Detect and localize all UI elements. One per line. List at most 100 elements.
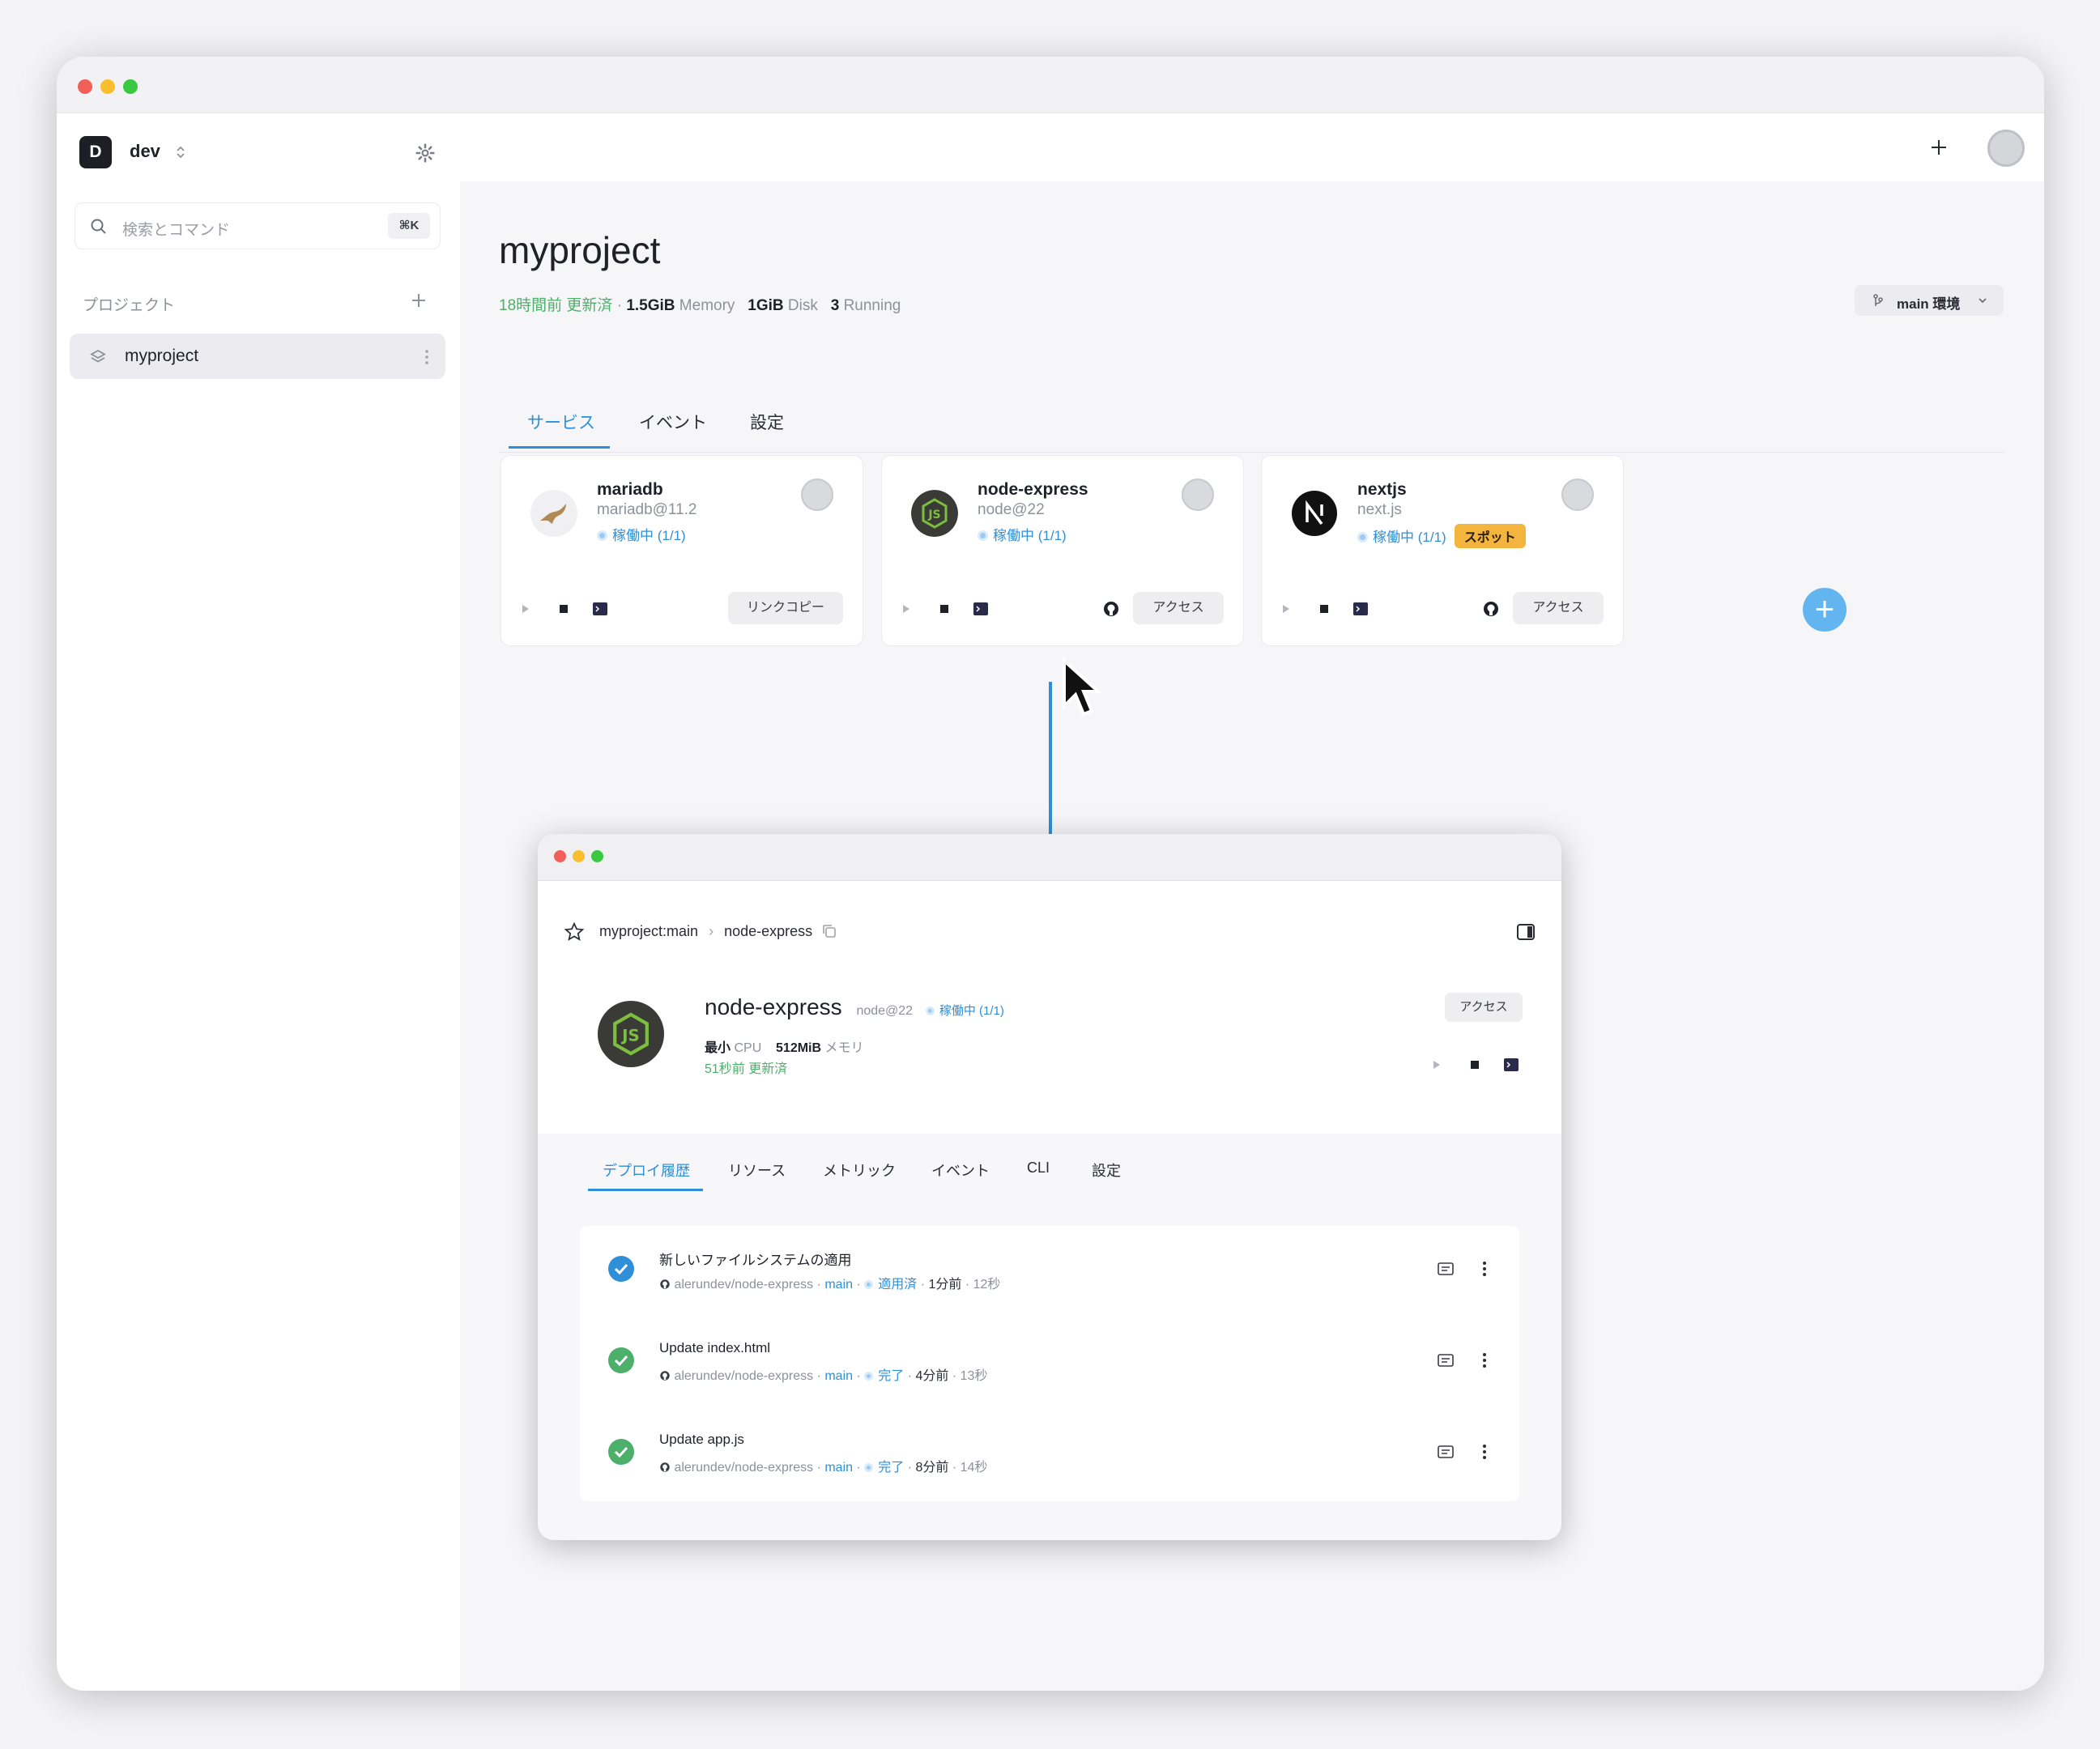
gear-icon[interactable] <box>415 143 436 164</box>
status-text: 稼働中 <box>993 528 1034 543</box>
github-icon <box>660 1279 670 1289</box>
running-value: 3 <box>830 297 840 314</box>
stop-icon[interactable] <box>1318 603 1330 615</box>
zoom-window-button[interactable] <box>591 850 603 862</box>
shortcut-badge: ⌘K <box>388 213 430 239</box>
deploy-time: 1分前 <box>928 1278 962 1292</box>
tab-metrics[interactable]: メトリック <box>823 1160 896 1181</box>
terminal-icon[interactable] <box>1503 1057 1519 1072</box>
deploy-state: 適用済 <box>878 1278 918 1292</box>
user-avatar[interactable] <box>1987 130 2025 167</box>
deploy-row[interactable]: Update app.js alerundev/node-express · m… <box>580 1409 1519 1500</box>
stop-icon[interactable] <box>558 603 569 615</box>
add-service-button[interactable]: + <box>1803 588 1847 632</box>
environment-select[interactable]: main 環境 <box>1855 285 2004 316</box>
top-bar <box>460 113 2044 181</box>
status-dot-icon <box>864 1463 874 1472</box>
tab-cli[interactable]: CLI <box>1027 1160 1050 1177</box>
play-icon[interactable] <box>1432 1059 1442 1070</box>
deploy-branch[interactable]: main <box>824 1461 853 1475</box>
stop-icon[interactable] <box>939 603 950 615</box>
breadcrumb-service[interactable]: node-express <box>724 923 812 939</box>
sidebar-toggle-icon[interactable] <box>1516 923 1536 941</box>
zoom-window-button[interactable] <box>123 79 138 94</box>
tab-events[interactable]: イベント <box>931 1160 990 1181</box>
more-vertical-icon[interactable] <box>1482 1260 1487 1278</box>
tab-events[interactable]: イベント <box>639 410 707 434</box>
tab-deploy-history[interactable]: デプロイ履歴 <box>603 1160 690 1181</box>
deploy-branch[interactable]: main <box>824 1369 853 1383</box>
tab-services[interactable]: サービス <box>527 410 595 434</box>
more-vertical-icon[interactable] <box>1482 1351 1487 1369</box>
deploy-branch[interactable]: main <box>824 1278 853 1292</box>
deploy-repo[interactable]: alerundev/node-express <box>674 1461 813 1475</box>
service-name: nextjs <box>1357 480 1407 499</box>
detail-title-bar <box>538 834 1561 881</box>
logs-icon[interactable] <box>1437 1262 1455 1276</box>
deploy-duration: 13秒 <box>960 1369 988 1383</box>
star-icon[interactable] <box>564 921 585 943</box>
deploy-row[interactable]: 新しいファイルシステムの適用 alerundev/node-express · … <box>580 1226 1519 1317</box>
service-card-nextjs[interactable]: nextjs next.js 稼働中 (1/1) スポット アクセス <box>1261 455 1624 646</box>
owner-avatar <box>1182 479 1214 511</box>
add-project-icon[interactable] <box>410 292 428 309</box>
github-icon[interactable] <box>1482 600 1500 618</box>
status-count: (1/1) <box>1417 530 1446 545</box>
breadcrumb-project[interactable]: myproject:main <box>599 923 698 939</box>
stop-icon[interactable] <box>1469 1059 1480 1070</box>
access-button[interactable]: アクセス <box>1445 993 1523 1022</box>
deploy-meta: alerundev/node-express · main · 適用済 · 1分… <box>659 1273 1000 1292</box>
check-circle-icon <box>608 1256 634 1282</box>
play-icon[interactable] <box>1281 603 1291 615</box>
status-count: (1/1) <box>657 528 686 543</box>
terminal-icon[interactable] <box>1352 602 1369 616</box>
close-window-button[interactable] <box>554 850 566 862</box>
close-window-button[interactable] <box>78 79 92 94</box>
workspace-name[interactable]: dev <box>130 141 160 162</box>
logs-icon[interactable] <box>1437 1353 1455 1368</box>
mariadb-logo-icon <box>530 490 577 537</box>
sidebar-item-myproject[interactable]: myproject <box>70 334 445 379</box>
workspace-avatar[interactable]: D <box>79 136 112 168</box>
terminal-icon[interactable] <box>592 602 608 616</box>
active-tab-indicator <box>509 446 610 449</box>
plus-icon[interactable] <box>1929 138 1949 157</box>
play-icon[interactable] <box>521 603 530 615</box>
copy-link-button[interactable]: リンクコピー <box>728 592 843 624</box>
copy-icon[interactable] <box>821 923 837 939</box>
terminal-icon[interactable] <box>973 602 989 616</box>
tab-resources[interactable]: リソース <box>728 1160 786 1181</box>
status-dot-icon <box>925 1006 935 1015</box>
tab-settings[interactable]: 設定 <box>1092 1160 1121 1181</box>
check-circle-icon <box>608 1347 634 1373</box>
access-button[interactable]: アクセス <box>1513 592 1604 624</box>
deploy-repo[interactable]: alerundev/node-express <box>674 1278 813 1292</box>
service-card-node-express[interactable]: JS node-express node@22 稼働中 (1/1) アクセス <box>881 455 1244 646</box>
service-version: node@22 <box>978 501 1045 518</box>
search-input[interactable]: 検索とコマンド ⌘K <box>75 202 441 249</box>
chevron-up-down-icon[interactable] <box>175 144 186 160</box>
status-count: (1/1) <box>1037 528 1067 543</box>
play-icon[interactable] <box>901 603 911 615</box>
status-badge: 稼働中 (1/1) <box>925 1004 1004 1018</box>
deploy-repo[interactable]: alerundev/node-express <box>674 1369 813 1383</box>
status-text: 稼働中 <box>1373 530 1414 545</box>
tab-settings[interactable]: 設定 <box>750 410 784 434</box>
more-vertical-icon[interactable] <box>424 348 429 366</box>
deploy-message: 新しいファイルシステムの適用 <box>659 1253 852 1268</box>
memory-value: 1.5GiB <box>626 297 675 314</box>
minimize-window-button[interactable] <box>100 79 115 94</box>
search-placeholder: 検索とコマンド <box>122 222 231 239</box>
deploy-meta: alerundev/node-express · main · 完了 · 8分前… <box>659 1456 987 1475</box>
more-vertical-icon[interactable] <box>1482 1443 1487 1461</box>
minimize-window-button[interactable] <box>573 850 585 862</box>
github-icon[interactable] <box>1102 600 1120 618</box>
projects-section-label: プロジェクト <box>83 297 176 314</box>
access-button[interactable]: アクセス <box>1133 592 1224 624</box>
deploy-row[interactable]: Update index.html alerundev/node-express… <box>580 1317 1519 1408</box>
spot-badge: スポット <box>1454 524 1526 548</box>
nextjs-logo-icon <box>1292 491 1337 536</box>
deploy-state: 完了 <box>878 1369 905 1383</box>
logs-icon[interactable] <box>1437 1445 1455 1459</box>
service-card-mariadb[interactable]: mariadb mariadb@11.2 稼働中 (1/1) リンクコピー <box>501 455 863 646</box>
